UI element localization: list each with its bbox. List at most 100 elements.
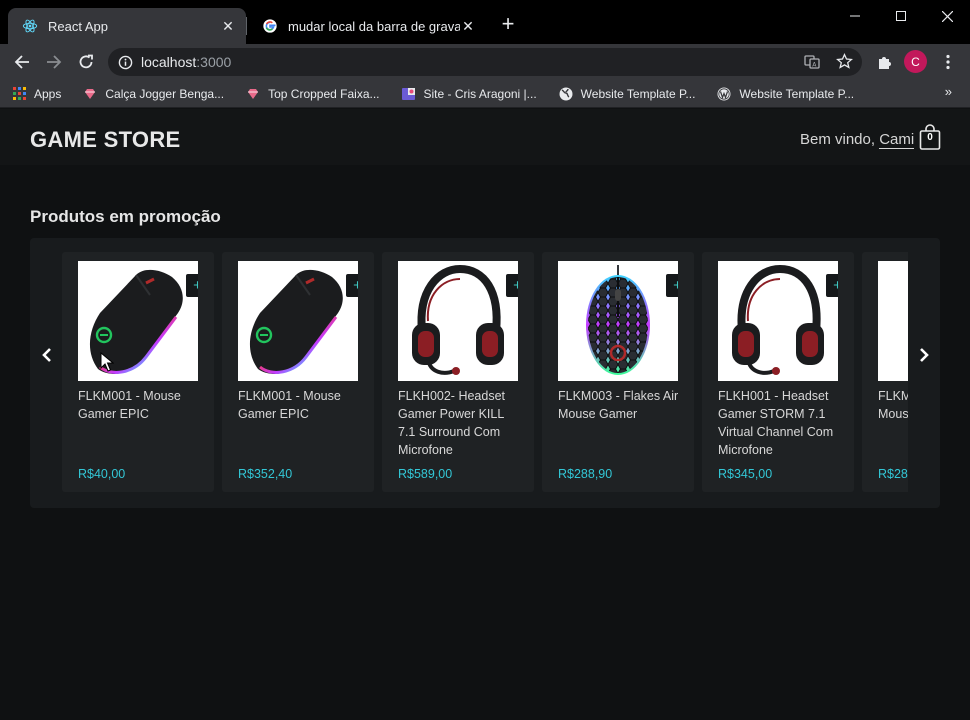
bookmarks-overflow-chevron-icon[interactable]: »: [945, 84, 952, 99]
back-button[interactable]: [8, 48, 36, 76]
add-to-cart-button[interactable]: +: [826, 274, 838, 297]
arrow-right-icon: [47, 55, 62, 69]
bookmark-label: Website Template P...: [739, 86, 855, 101]
bookmark-top-cropped[interactable]: Top Cropped Faixa...: [246, 86, 380, 101]
product-name[interactable]: FLKH002- Headset Gamer Power KILL 7.1 Su…: [398, 387, 522, 459]
browser-window: React App ✕ mudar local da barra de grav…: [0, 0, 970, 720]
url-host: localhost: [141, 54, 197, 70]
brand-logo[interactable]: GAME STORE: [30, 127, 181, 153]
add-to-cart-button[interactable]: +: [346, 274, 358, 297]
tab-title: mudar local da barra de gravacao: [288, 18, 460, 34]
app-header: GAME STORE Bem vindo, Cami 0: [0, 109, 970, 165]
product-card[interactable]: + FLKM001 - Mouse Gamer EPIC R$40,00: [62, 252, 214, 492]
bookmark-cris-aragoni[interactable]: Site - Cris Aragoni |...: [401, 86, 537, 101]
carousel-track: + FLKM001 - Mouse Gamer EPIC R$40,00 + F…: [62, 252, 908, 492]
close-icon[interactable]: ✕: [220, 18, 236, 34]
react-logo-icon: [22, 19, 38, 33]
product-name[interactable]: FLKM001 - Mouse Gamer EPIC: [78, 387, 202, 423]
welcome-message: Bem vindo, Cami: [800, 131, 915, 149]
product-card[interactable]: + FLKM003 - Flakes Air Mouse Gamer R$288…: [542, 252, 694, 492]
google-logo-icon: [263, 19, 277, 33]
globe-icon: [559, 87, 573, 101]
welcome-prefix: Bem vindo,: [800, 131, 880, 148]
window-close-button[interactable]: [924, 0, 970, 32]
bookmarks-bar: Apps Calça Jogger Benga... Top Cropped F…: [0, 80, 970, 108]
product-card[interactable]: + FLKM001 - Mouse Gamer EPIC R$352,40: [222, 252, 374, 492]
product-name[interactable]: FLKM003 - Flakes Air Mouse Gamer: [558, 387, 682, 423]
product-image[interactable]: +: [398, 261, 518, 381]
product-card[interactable]: + FLKH001 - Headset Gamer STORM 7.1 Virt…: [702, 252, 854, 492]
product-name[interactable]: FLKM001 - Mouse Gamer EPIC: [238, 387, 362, 423]
address-bar[interactable]: localhost:3000 A: [108, 48, 862, 76]
product-image[interactable]: +: [238, 261, 358, 381]
reload-icon: [79, 54, 93, 69]
diamond-favicon-icon: [246, 87, 260, 101]
bookmark-label: Site - Cris Aragoni |...: [423, 86, 537, 101]
product-image[interactable]: +: [718, 261, 838, 381]
cart-count-badge: 0: [927, 132, 933, 143]
tab-google-search[interactable]: mudar local da barra de gravacao ✕: [248, 8, 486, 44]
product-price: R$589,00: [398, 467, 453, 481]
product-image[interactable]: +: [558, 261, 678, 381]
profile-avatar[interactable]: C: [904, 50, 927, 73]
bookmark-label: Top Cropped Faixa...: [268, 86, 380, 101]
maximize-button[interactable]: [878, 0, 924, 32]
close-icon[interactable]: ✕: [460, 18, 476, 34]
add-to-cart-button[interactable]: +: [506, 274, 518, 297]
chevron-left-icon: [42, 348, 51, 362]
menu-button[interactable]: [934, 48, 962, 76]
product-name-line: Mous: [878, 407, 908, 421]
carousel-next-button[interactable]: [912, 343, 936, 367]
product-card[interactable]: FLKM Mous R$288: [862, 252, 908, 492]
gaming-headset-image: [732, 264, 824, 375]
bookmark-website-template-2[interactable]: Website Template P...: [717, 87, 854, 101]
minimize-icon: [850, 15, 860, 17]
product-price: R$288,90: [558, 467, 613, 481]
kebab-menu-icon: [946, 54, 950, 70]
new-tab-button[interactable]: +: [497, 13, 519, 36]
product-image[interactable]: [878, 261, 908, 381]
forward-button[interactable]: [40, 48, 68, 76]
translate-icon[interactable]: A: [804, 54, 820, 75]
product-price: R$40,00: [78, 467, 126, 481]
gaming-mouse-image: [249, 269, 343, 374]
site-favicon-icon: [401, 87, 416, 101]
promo-carousel: + FLKM001 - Mouse Gamer EPIC R$40,00 + F…: [30, 238, 940, 508]
mouse-cursor-icon: [100, 352, 114, 372]
product-price: R$345,00: [718, 467, 773, 481]
bookmark-website-template-1[interactable]: Website Template P...: [559, 86, 696, 101]
product-card[interactable]: + FLKH002- Headset Gamer Power KILL 7.1 …: [382, 252, 534, 492]
gaming-headset-image: [412, 264, 504, 375]
extensions-button[interactable]: [870, 48, 898, 76]
diamond-favicon-icon: [83, 87, 97, 101]
url-text: localhost:3000: [141, 54, 231, 70]
wordpress-icon: [717, 87, 731, 101]
cart-button[interactable]: 0: [919, 124, 941, 150]
gaming-mouse-image: [89, 269, 183, 374]
url-port: :3000: [196, 54, 232, 70]
product-name[interactable]: FLKH001 - Headset Gamer STORM 7.1 Virtua…: [718, 387, 842, 459]
product-price: R$288: [878, 467, 908, 481]
minimize-button[interactable]: [832, 0, 878, 32]
product-name[interactable]: FLKM Mous: [878, 387, 908, 423]
star-icon[interactable]: [836, 53, 853, 75]
product-price: R$352,40: [238, 467, 293, 481]
close-icon: [941, 10, 953, 22]
reload-button[interactable]: [72, 48, 100, 76]
add-to-cart-button[interactable]: +: [186, 274, 198, 297]
app-page: GAME STORE Bem vindo, Cami 0 Produtos em…: [0, 109, 970, 720]
carousel-prev-button[interactable]: [35, 343, 59, 367]
product-image[interactable]: +: [78, 261, 198, 381]
maximize-icon: [896, 11, 906, 21]
info-icon[interactable]: [118, 55, 133, 70]
bookmark-apps[interactable]: Apps: [12, 87, 61, 101]
user-name-link[interactable]: Cami: [879, 131, 915, 149]
title-bar: React App ✕ mudar local da barra de grav…: [0, 0, 970, 44]
tab-title: React App: [48, 18, 108, 34]
bookmark-label: Website Template P...: [580, 86, 696, 101]
bookmark-calca-jogger[interactable]: Calça Jogger Benga...: [83, 87, 224, 101]
add-to-cart-button[interactable]: +: [666, 274, 678, 297]
bookmark-label: Calça Jogger Benga...: [105, 86, 225, 101]
section-title: Produtos em promoção: [30, 207, 221, 226]
tab-react-app[interactable]: React App ✕: [8, 8, 246, 44]
